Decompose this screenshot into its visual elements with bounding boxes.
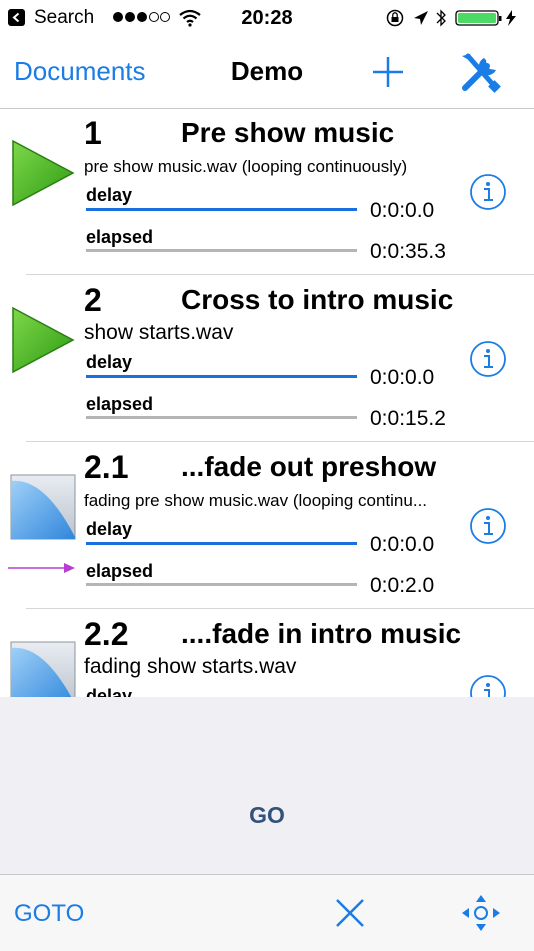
elapsed-value: 0:0:2.0	[370, 574, 435, 597]
move-arrows-icon[interactable]	[460, 893, 502, 933]
info-icon[interactable]	[469, 507, 507, 545]
info-icon[interactable]	[469, 674, 507, 697]
delay-bar	[86, 542, 357, 545]
elapsed-label: elapsed	[86, 394, 154, 414]
goto-button[interactable]: GOTO	[14, 900, 84, 928]
battery-icon	[455, 10, 502, 26]
cue-number: 2	[84, 282, 102, 318]
navigation-bar: Documents Demo	[0, 36, 534, 109]
elapsed-value: 0:0:15.2	[370, 407, 446, 430]
charging-bolt-icon	[506, 10, 516, 26]
cue-row[interactable]: 2.1 ...fade out preshow fading pre show …	[0, 443, 534, 609]
row-divider	[26, 441, 534, 442]
delay-value: 0:0:0.0	[370, 533, 435, 556]
elapsed-value: 0:0:35.3	[370, 240, 446, 263]
row-divider	[26, 274, 534, 275]
delay-label: delay	[86, 352, 133, 372]
delay-label: delay	[86, 185, 133, 205]
cue-row[interactable]: 2 Cross to intro music show starts.wav d…	[0, 276, 534, 442]
elapsed-bar	[86, 416, 357, 419]
bluetooth-icon	[436, 9, 446, 27]
location-icon	[414, 11, 428, 25]
stop-all-icon[interactable]	[332, 895, 368, 931]
delay-value: 0:0:0.0	[370, 366, 435, 389]
go-button-panel[interactable]: GO	[0, 697, 534, 874]
cue-file: pre show music.wav (looping continuously…	[84, 157, 408, 176]
cue-name: Cross to intro music	[181, 284, 454, 315]
orientation-lock-icon	[386, 9, 404, 27]
elapsed-bar	[86, 249, 357, 252]
elapsed-bar	[86, 583, 357, 586]
fade-curve-icon	[10, 474, 76, 540]
fade-curve-icon	[10, 641, 76, 697]
delay-label: delay	[86, 519, 133, 539]
page-title: Demo	[230, 56, 304, 86]
info-icon[interactable]	[469, 173, 507, 211]
target-cue-arrow-icon	[8, 563, 75, 573]
elapsed-label: elapsed	[86, 227, 154, 247]
elapsed-label: elapsed	[86, 561, 154, 581]
cue-row[interactable]: 2.2 ....fade in intro music fading show …	[0, 610, 534, 697]
bottom-toolbar: GOTO	[0, 874, 534, 951]
status-right-icons	[386, 9, 516, 27]
cue-list[interactable]: 1 Pre show music pre show music.wav (loo…	[0, 109, 534, 697]
delay-bar	[86, 208, 357, 211]
status-bar: Search 20:28	[0, 0, 534, 36]
play-triangle-icon	[12, 139, 75, 207]
tools-settings-icon[interactable]	[456, 50, 504, 94]
cue-file: fading pre show music.wav (looping conti…	[84, 491, 428, 510]
cue-number: 2.1	[84, 449, 129, 485]
delay-bar	[86, 375, 357, 378]
cue-file: fading show starts.wav	[84, 655, 297, 678]
play-triangle-icon	[12, 306, 75, 374]
cue-name: Pre show music	[181, 117, 395, 148]
cue-number: 2.2	[84, 616, 129, 652]
cue-file: show starts.wav	[84, 321, 234, 344]
row-divider	[26, 608, 534, 609]
add-cue-icon[interactable]	[368, 52, 408, 92]
cue-row[interactable]: 1 Pre show music pre show music.wav (loo…	[0, 109, 534, 275]
cue-name: ...fade out preshow	[181, 451, 437, 482]
delay-value: 0:0:0.0	[370, 199, 435, 222]
cue-name: ....fade in intro music	[181, 618, 462, 649]
delay-label: delay	[86, 686, 133, 697]
info-icon[interactable]	[469, 340, 507, 378]
cue-number: 1	[84, 115, 102, 151]
go-button[interactable]: GO	[0, 802, 534, 829]
